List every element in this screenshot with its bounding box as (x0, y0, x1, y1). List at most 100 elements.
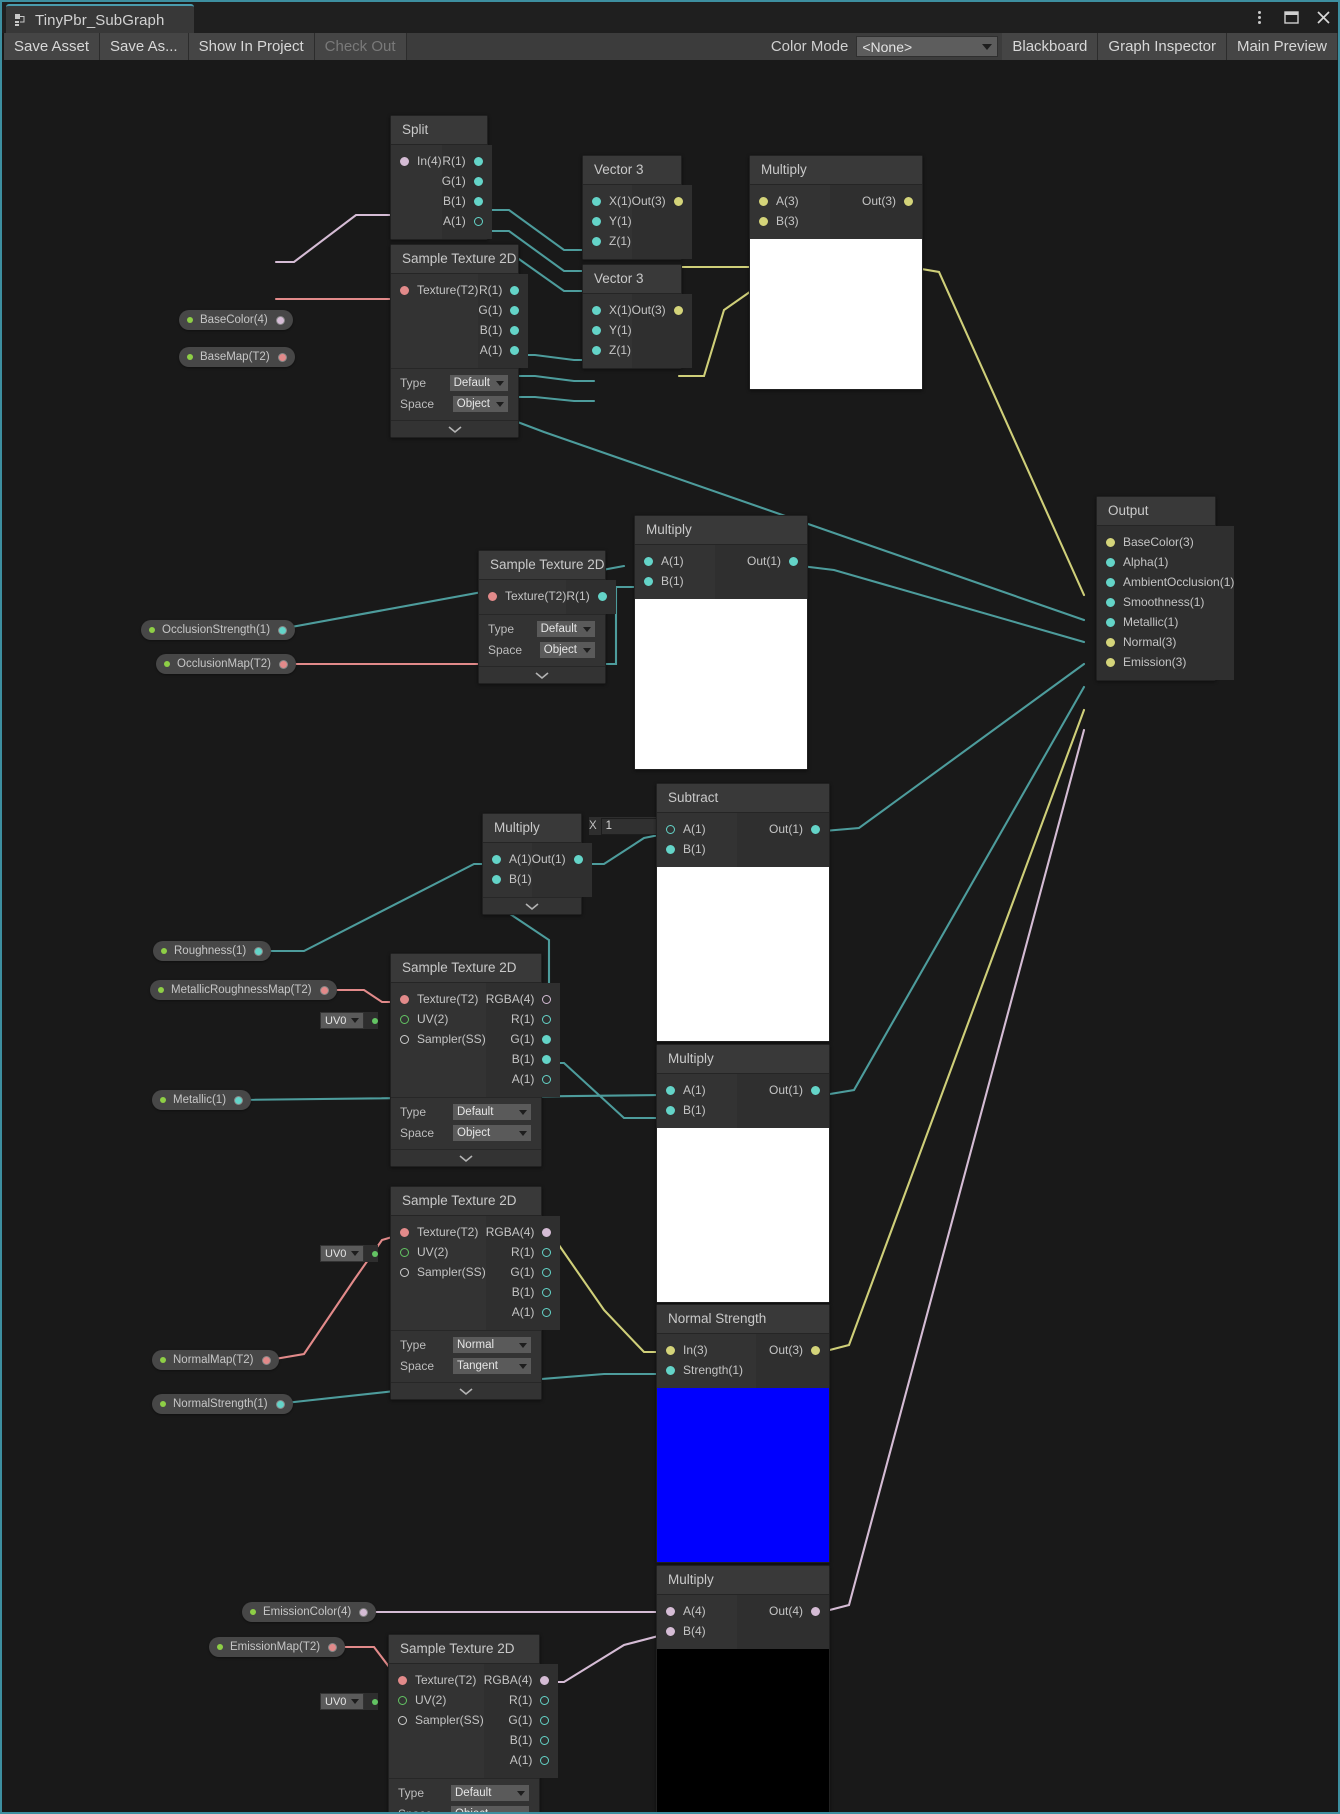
port-slot[interactable] (542, 1014, 552, 1024)
port-in[interactable]: A(1) (635, 551, 715, 571)
port-in[interactable]: A(3) (750, 191, 830, 211)
port-out[interactable]: Out(3) (632, 191, 692, 211)
port-in[interactable]: Alpha(1) (1097, 552, 1234, 572)
port-out[interactable]: G(1) (486, 1262, 561, 1282)
port-slot[interactable] (492, 874, 501, 884)
port-slot[interactable] (542, 1307, 552, 1317)
port-slot[interactable] (1106, 597, 1115, 607)
port-in[interactable]: UV(2) (391, 1242, 486, 1262)
port-in[interactable]: Z(1) (583, 231, 632, 251)
port-in[interactable]: A(4) (657, 1601, 737, 1621)
port-slot[interactable] (510, 305, 520, 315)
port-out[interactable]: Out(3) (632, 300, 692, 320)
port-slot[interactable] (400, 994, 409, 1004)
port-slot[interactable] (542, 1287, 552, 1297)
port-in[interactable]: A(1) (483, 849, 532, 869)
port-out[interactable]: B(1) (486, 1282, 561, 1302)
port-slot[interactable] (673, 305, 683, 315)
port-slot[interactable] (666, 1606, 675, 1616)
port-out[interactable]: A(1) (486, 1069, 561, 1089)
port-slot[interactable] (540, 1675, 550, 1685)
node-multiply-basecolor[interactable]: Multiply A(3) B(3) Out(3) (749, 155, 923, 390)
port-slot[interactable] (400, 285, 409, 295)
node-normal-strength[interactable]: Normal Strength In(3) Strength(1) Out(3) (656, 1304, 830, 1563)
port-out[interactable]: G(1) (484, 1710, 559, 1730)
port-slot[interactable] (1106, 577, 1115, 587)
main-preview-button[interactable]: Main Preview (1226, 33, 1338, 60)
node-multiply-ao[interactable]: Multiply A(1) B(1) Out(1) (634, 515, 808, 770)
port-in[interactable]: Strength(1) (657, 1360, 756, 1380)
port-slot[interactable] (1106, 617, 1115, 627)
port-slot[interactable] (400, 1014, 409, 1024)
collapse-preview-button[interactable] (391, 1149, 541, 1166)
space-dropdown[interactable]: Object (451, 395, 509, 413)
close-icon[interactable] (1314, 9, 1332, 27)
type-dropdown[interactable]: Default (535, 620, 596, 638)
port-slot[interactable] (666, 1345, 675, 1355)
node-output[interactable]: Output BaseColor(3) Alpha(1) AmbientOccl… (1096, 496, 1235, 681)
port-slot[interactable] (789, 556, 798, 566)
port-slot[interactable] (592, 325, 601, 335)
port-slot[interactable] (542, 994, 552, 1004)
port-slot[interactable] (488, 591, 497, 601)
port-slot[interactable] (666, 824, 675, 834)
uv-channel-chip-metallic[interactable]: UV0 (320, 1012, 379, 1029)
port-slot[interactable] (811, 1085, 820, 1095)
port-out[interactable]: Out(1) (532, 849, 592, 869)
collapse-preview-button[interactable] (483, 897, 581, 914)
port-slot[interactable] (540, 1735, 550, 1745)
port-out[interactable]: R(1) (486, 1009, 561, 1029)
port-in[interactable]: B(4) (657, 1621, 737, 1641)
port-in[interactable]: UV(2) (391, 1009, 486, 1029)
port-slot[interactable] (666, 1626, 675, 1636)
port-slot[interactable] (398, 1695, 407, 1705)
port-in[interactable]: B(1) (657, 839, 737, 859)
port-out[interactable]: R(1) (566, 586, 615, 606)
port-slot[interactable] (1106, 657, 1115, 667)
maximize-icon[interactable] (1282, 9, 1300, 27)
property-output-slot[interactable] (278, 625, 288, 635)
uv-dropdown[interactable]: UV0 (320, 1693, 365, 1710)
port-out[interactable]: Out(3) (756, 1340, 829, 1360)
port-in[interactable]: B(3) (750, 211, 830, 231)
node-sample-texture-normal[interactable]: Sample Texture 2D Texture(T2) UV(2) Samp… (390, 1186, 561, 1400)
port-slot[interactable] (542, 1247, 552, 1257)
port-out[interactable]: Out(3) (830, 191, 922, 211)
port-slot[interactable] (759, 196, 768, 206)
port-slot[interactable] (592, 196, 601, 206)
graph-canvas[interactable]: BaseColor(4) BaseMap(T2) OcclusionStreng… (4, 60, 1338, 1812)
node-sample-texture-base[interactable]: Sample Texture 2D Texture(T2) R(1) G(1) (390, 244, 529, 438)
property-output-slot[interactable] (278, 659, 288, 669)
node-sample-texture-metallic-roughness[interactable]: Sample Texture 2D Texture(T2) UV(2) Samp… (390, 953, 561, 1167)
port-in[interactable]: A(1) (657, 1080, 737, 1100)
port-slot[interactable] (400, 1247, 409, 1257)
node-split[interactable]: Split In(4) R(1) G(1) B(1) A(1) (390, 115, 492, 240)
port-in[interactable]: In(3) (657, 1340, 756, 1360)
port-slot[interactable] (510, 345, 520, 355)
property-node-roughness[interactable]: Roughness(1) (153, 941, 272, 961)
port-slot[interactable] (592, 345, 601, 355)
port-slot[interactable] (666, 844, 675, 854)
port-in[interactable]: Y(1) (583, 211, 632, 231)
color-mode-dropdown[interactable]: <None> (856, 36, 999, 57)
port-in[interactable]: Y(1) (583, 320, 632, 340)
port-slot[interactable] (400, 1267, 409, 1277)
node-sample-texture-emission[interactable]: Sample Texture 2D Texture(T2) UV(2) Samp… (388, 1634, 559, 1812)
property-node-emissionmap[interactable]: EmissionMap(T2) (209, 1637, 346, 1657)
port-slot[interactable] (473, 156, 483, 166)
port-in[interactable]: Sampler(SS) (391, 1029, 486, 1049)
port-out[interactable]: A(1) (486, 1302, 561, 1322)
port-slot[interactable] (400, 1227, 409, 1237)
uv-dropdown[interactable]: UV0 (320, 1245, 365, 1262)
property-node-occlusionstrength[interactable]: OcclusionStrength(1) (141, 620, 296, 640)
port-in[interactable]: B(1) (483, 869, 532, 889)
node-vector3-b[interactable]: Vector 3 X(1) Y(1) Z(1) Out(3) (582, 264, 692, 369)
port-in[interactable]: In(4) (391, 151, 442, 171)
port-in[interactable]: Texture(T2) (391, 280, 478, 300)
port-slot[interactable] (811, 824, 820, 834)
save-as-button[interactable]: Save As... (100, 33, 189, 60)
property-node-metallic[interactable]: Metallic(1) (152, 1090, 252, 1110)
property-node-emissioncolor[interactable]: EmissionColor(4) (242, 1602, 377, 1622)
port-slot[interactable] (673, 196, 683, 206)
port-in[interactable]: Smoothness(1) (1097, 592, 1234, 612)
